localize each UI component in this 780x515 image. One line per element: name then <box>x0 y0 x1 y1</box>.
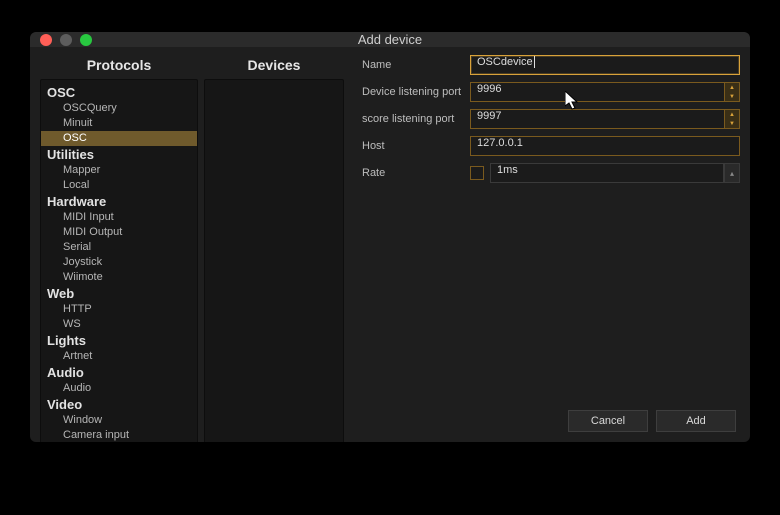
zoom-icon[interactable] <box>80 34 92 46</box>
device-port-stepper[interactable]: ▲ ▼ <box>724 82 740 102</box>
titlebar: Add device <box>30 32 750 47</box>
tree-category[interactable]: Utilities <box>41 146 197 163</box>
protocols-panel[interactable]: OSCOSCQueryMinuitOSCUtilitiesMapperLocal… <box>40 79 198 442</box>
text-caret-icon <box>534 56 535 68</box>
device-port-input[interactable]: 9996 <box>470 82 724 102</box>
devices-column: Devices <box>204 55 344 442</box>
rate-checkbox[interactable] <box>470 166 484 180</box>
tree-item[interactable]: Joystick <box>41 255 197 270</box>
tree-item[interactable]: OSCQuery <box>41 101 197 116</box>
tree-item[interactable]: Local <box>41 178 197 193</box>
tree-category[interactable]: Audio <box>41 364 197 381</box>
tree-item[interactable]: Minuit <box>41 116 197 131</box>
name-input[interactable]: OSCdevice <box>470 55 740 75</box>
devices-panel[interactable] <box>204 79 344 442</box>
tree-item[interactable]: Wiimote <box>41 270 197 285</box>
traffic-lights <box>30 34 92 46</box>
protocols-header: Protocols <box>40 55 198 79</box>
row-score-port: score listening port 9997 ▲ ▼ <box>362 109 740 129</box>
tree-item[interactable]: WS <box>41 317 197 332</box>
form-area: Name OSCdevice Device listening port 999… <box>350 55 740 442</box>
close-icon[interactable] <box>40 34 52 46</box>
protocols-tree: OSCOSCQueryMinuitOSCUtilitiesMapperLocal… <box>41 80 197 442</box>
tree-item[interactable]: MIDI Input <box>41 210 197 225</box>
row-rate: Rate 1ms ▴ <box>362 163 740 183</box>
tree-item[interactable]: OSC <box>41 131 197 146</box>
cancel-button[interactable]: Cancel <box>568 410 648 432</box>
label-score-port: score listening port <box>362 113 470 125</box>
score-port-input[interactable]: 9997 <box>470 109 724 129</box>
tree-item[interactable]: HTTP <box>41 302 197 317</box>
label-host: Host <box>362 140 470 152</box>
tree-category[interactable]: OSC <box>41 84 197 101</box>
tree-category[interactable]: Video <box>41 396 197 413</box>
dialog-content: Protocols OSCOSCQueryMinuitOSCUtilitiesM… <box>30 47 750 442</box>
chevron-up-icon[interactable]: ▲ <box>725 83 739 92</box>
protocols-column: Protocols OSCOSCQueryMinuitOSCUtilitiesM… <box>40 55 198 442</box>
label-rate: Rate <box>362 167 470 179</box>
chevron-down-icon[interactable]: ▼ <box>725 119 739 128</box>
score-port-spinbox[interactable]: 9997 ▲ ▼ <box>470 109 740 129</box>
tree-category[interactable]: Web <box>41 285 197 302</box>
rate-input[interactable]: 1ms <box>490 163 724 183</box>
tree-item[interactable]: Artnet <box>41 349 197 364</box>
tree-item[interactable]: Camera input <box>41 428 197 442</box>
label-device-port: Device listening port <box>362 86 470 98</box>
tree-item[interactable]: Window <box>41 413 197 428</box>
chevron-down-icon[interactable]: ▼ <box>725 92 739 101</box>
row-name: Name OSCdevice <box>362 55 740 75</box>
row-host: Host 127.0.0.1 <box>362 136 740 156</box>
name-input-value: OSCdevice <box>477 56 533 68</box>
host-input[interactable]: 127.0.0.1 <box>470 136 740 156</box>
tree-category[interactable]: Lights <box>41 332 197 349</box>
tree-item[interactable]: Audio <box>41 381 197 396</box>
window-title: Add device <box>30 32 750 47</box>
add-button[interactable]: Add <box>656 410 736 432</box>
devices-header: Devices <box>204 55 344 79</box>
score-port-stepper[interactable]: ▲ ▼ <box>724 109 740 129</box>
device-port-spinbox[interactable]: 9996 ▲ ▼ <box>470 82 740 102</box>
tree-item[interactable]: Serial <box>41 240 197 255</box>
tree-category[interactable]: Hardware <box>41 193 197 210</box>
tree-item[interactable]: Mapper <box>41 163 197 178</box>
tree-item[interactable]: MIDI Output <box>41 225 197 240</box>
label-name: Name <box>362 59 470 71</box>
dialog-buttons: Cancel Add <box>568 410 736 432</box>
dialog-window: Add device Protocols OSCOSCQueryMinuitOS… <box>30 32 750 442</box>
row-device-port: Device listening port 9996 ▲ ▼ <box>362 82 740 102</box>
chevron-up-icon[interactable]: ▲ <box>725 110 739 119</box>
chevron-up-icon[interactable]: ▴ <box>724 163 740 183</box>
rate-group: 1ms ▴ <box>470 163 740 183</box>
minimize-icon[interactable] <box>60 34 72 46</box>
